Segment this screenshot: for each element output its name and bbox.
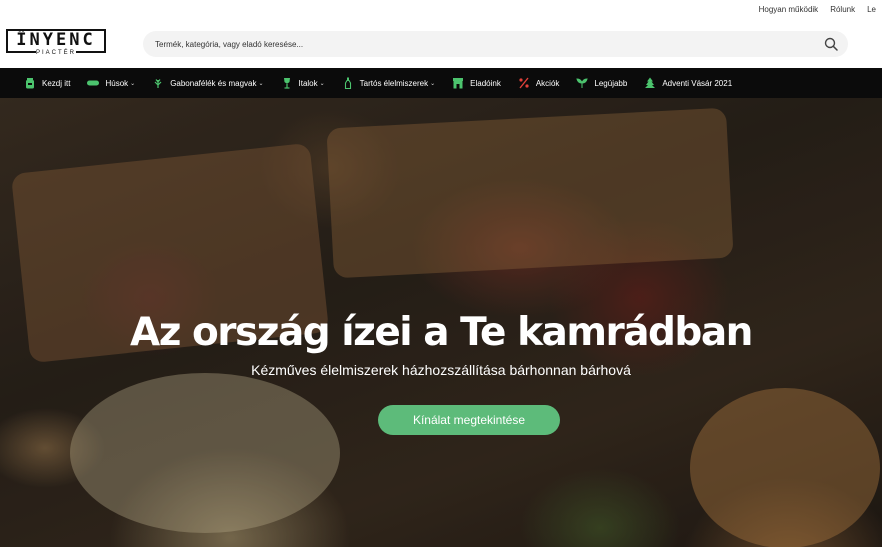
site-header: ÏNYENC PIACTÉR (0, 19, 882, 68)
view-offer-button[interactable]: Kínálat megtekintése (378, 405, 560, 435)
sale-icon (519, 77, 529, 89)
nav-item-eladoink[interactable]: Eladóink (452, 68, 501, 98)
wheat-icon (154, 79, 162, 88)
hero-banner: Az ország ízei a Te kamrádban Kézműves é… (0, 98, 882, 547)
logo-wordmark: ÏNYENC (16, 30, 96, 50)
about-link[interactable]: Rólunk (830, 5, 855, 14)
hero-subtitle: Kézműves élelmiszerek házhozszállítása b… (251, 362, 631, 378)
nav-item-husok[interactable]: Húsok ⌄ (87, 68, 135, 98)
nav-label: Kezdj itt (42, 78, 71, 88)
store-icon (453, 78, 464, 89)
logo[interactable]: ÏNYENC PIACTÉR (6, 29, 106, 59)
search-icon[interactable] (824, 37, 838, 51)
top-links-bar: Hogyan működik Rólunk Le (0, 0, 882, 19)
hero-photo-bread-bowl (690, 388, 880, 547)
chevron-down-icon: ⌄ (258, 80, 264, 87)
nav-item-italok[interactable]: Italok ⌄ (281, 68, 325, 98)
nav-label: Eladóink (470, 78, 501, 88)
hero-title: Az ország ízei a Te kamrádban (130, 310, 753, 355)
nav-item-akciok[interactable]: Akciók (518, 68, 560, 98)
search-bar (143, 31, 848, 57)
bottle-icon (344, 77, 351, 89)
how-it-works-link[interactable]: Hogyan működik (759, 5, 819, 14)
hero-photo-cheese-plate (70, 373, 340, 533)
nav-label: Legújabb (594, 78, 628, 88)
search-input[interactable] (155, 31, 795, 57)
nav-label: Gabonafélék és magvak (170, 78, 257, 88)
logo-subtitle: PIACTÉR (36, 49, 77, 58)
nav-item-legujabb[interactable]: Legújabb (576, 68, 627, 98)
category-nav: Kezdj itt Húsok ⌄ Gabonafélék és magvak ⌄ … (0, 68, 882, 98)
nav-item-kezdj-itt[interactable]: Kezdj itt (24, 68, 70, 98)
login-link[interactable]: Le (867, 5, 876, 14)
wine-glass-icon (283, 78, 290, 89)
nav-item-adventi[interactable]: Adventi Vásár 2021 (644, 68, 732, 98)
nav-label: Akciók (535, 78, 560, 88)
hero-photo-board-right (326, 107, 734, 279)
nav-label: Italok (298, 78, 318, 88)
nav-label: Adventi Vásár 2021 (662, 78, 733, 88)
jar-icon (26, 78, 34, 89)
sprout-icon (576, 78, 589, 88)
nav-label: Tartós élelmiszerek (359, 78, 429, 88)
chevron-down-icon: ⌄ (130, 80, 136, 87)
chevron-down-icon: ⌄ (430, 80, 436, 87)
sausage-icon (87, 80, 100, 86)
nav-item-tartos[interactable]: Tartós élelmiszerek ⌄ (342, 68, 436, 98)
nav-label: Húsok (105, 78, 129, 88)
tree-icon (645, 77, 656, 88)
chevron-down-icon: ⌄ (319, 80, 325, 87)
nav-item-gabonafelek[interactable]: Gabonafélék és magvak ⌄ (152, 68, 264, 98)
